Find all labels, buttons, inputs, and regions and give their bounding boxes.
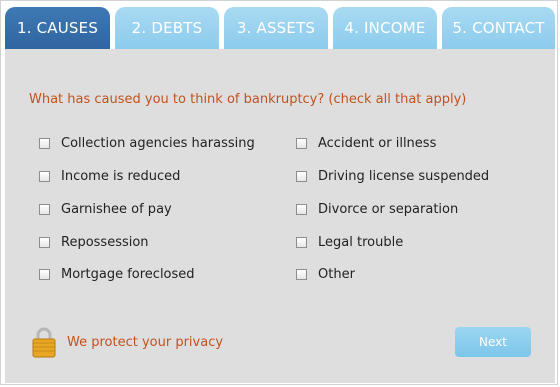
step-tabs: 1. CAUSES 2. DEBTS 3. ASSETS 4. INCOME 5…	[5, 7, 555, 49]
option-label: Repossession	[61, 235, 149, 250]
option-driving-license[interactable]: Driving license suspended	[296, 169, 489, 184]
checkbox[interactable]	[39, 269, 50, 280]
option-label: Mortgage foreclosed	[61, 267, 195, 282]
checkbox[interactable]	[39, 237, 50, 248]
checkbox[interactable]	[296, 171, 307, 182]
option-repossession[interactable]: Repossession	[39, 235, 149, 250]
lock-icon	[32, 327, 56, 358]
option-label: Other	[318, 267, 355, 282]
checkbox[interactable]	[296, 138, 307, 149]
option-garnishee-of-pay[interactable]: Garnishee of pay	[39, 202, 172, 217]
option-label: Divorce or separation	[318, 202, 459, 217]
tab-income[interactable]: 4. INCOME	[333, 7, 437, 49]
option-collection-agencies[interactable]: Collection agencies harassing	[39, 136, 255, 151]
checkbox[interactable]	[296, 237, 307, 248]
tab-debts[interactable]: 2. DEBTS	[115, 7, 219, 49]
question-text: What has caused you to think of bankrupt…	[29, 92, 467, 107]
next-button[interactable]: Next	[455, 327, 531, 357]
option-label: Garnishee of pay	[61, 202, 172, 217]
bankruptcy-form-frame: 1. CAUSES 2. DEBTS 3. ASSETS 4. INCOME 5…	[0, 0, 558, 385]
causes-panel: What has caused you to think of bankrupt…	[5, 49, 555, 383]
option-label: Legal trouble	[318, 235, 404, 250]
option-label: Income is reduced	[61, 169, 181, 184]
option-legal-trouble[interactable]: Legal trouble	[296, 235, 403, 250]
option-income-reduced[interactable]: Income is reduced	[39, 169, 180, 184]
option-label: Accident or illness	[318, 136, 437, 151]
checkbox[interactable]	[296, 269, 307, 280]
tab-assets[interactable]: 3. ASSETS	[224, 7, 328, 49]
option-mortgage-foreclosed[interactable]: Mortgage foreclosed	[39, 267, 195, 282]
checkbox[interactable]	[39, 204, 50, 215]
option-divorce-separation[interactable]: Divorce or separation	[296, 202, 458, 217]
checkbox[interactable]	[39, 171, 50, 182]
option-label: Driving license suspended	[318, 169, 490, 184]
tab-causes[interactable]: 1. CAUSES	[5, 7, 110, 49]
option-accident-illness[interactable]: Accident or illness	[296, 136, 436, 151]
option-other[interactable]: Other	[296, 267, 355, 282]
checkbox[interactable]	[296, 204, 307, 215]
checkbox[interactable]	[39, 138, 50, 149]
tab-contact[interactable]: 5. CONTACT	[442, 7, 555, 49]
option-label: Collection agencies harassing	[61, 136, 255, 151]
privacy-text: We protect your privacy	[67, 334, 224, 350]
privacy-notice: We protect your privacy	[31, 326, 223, 358]
